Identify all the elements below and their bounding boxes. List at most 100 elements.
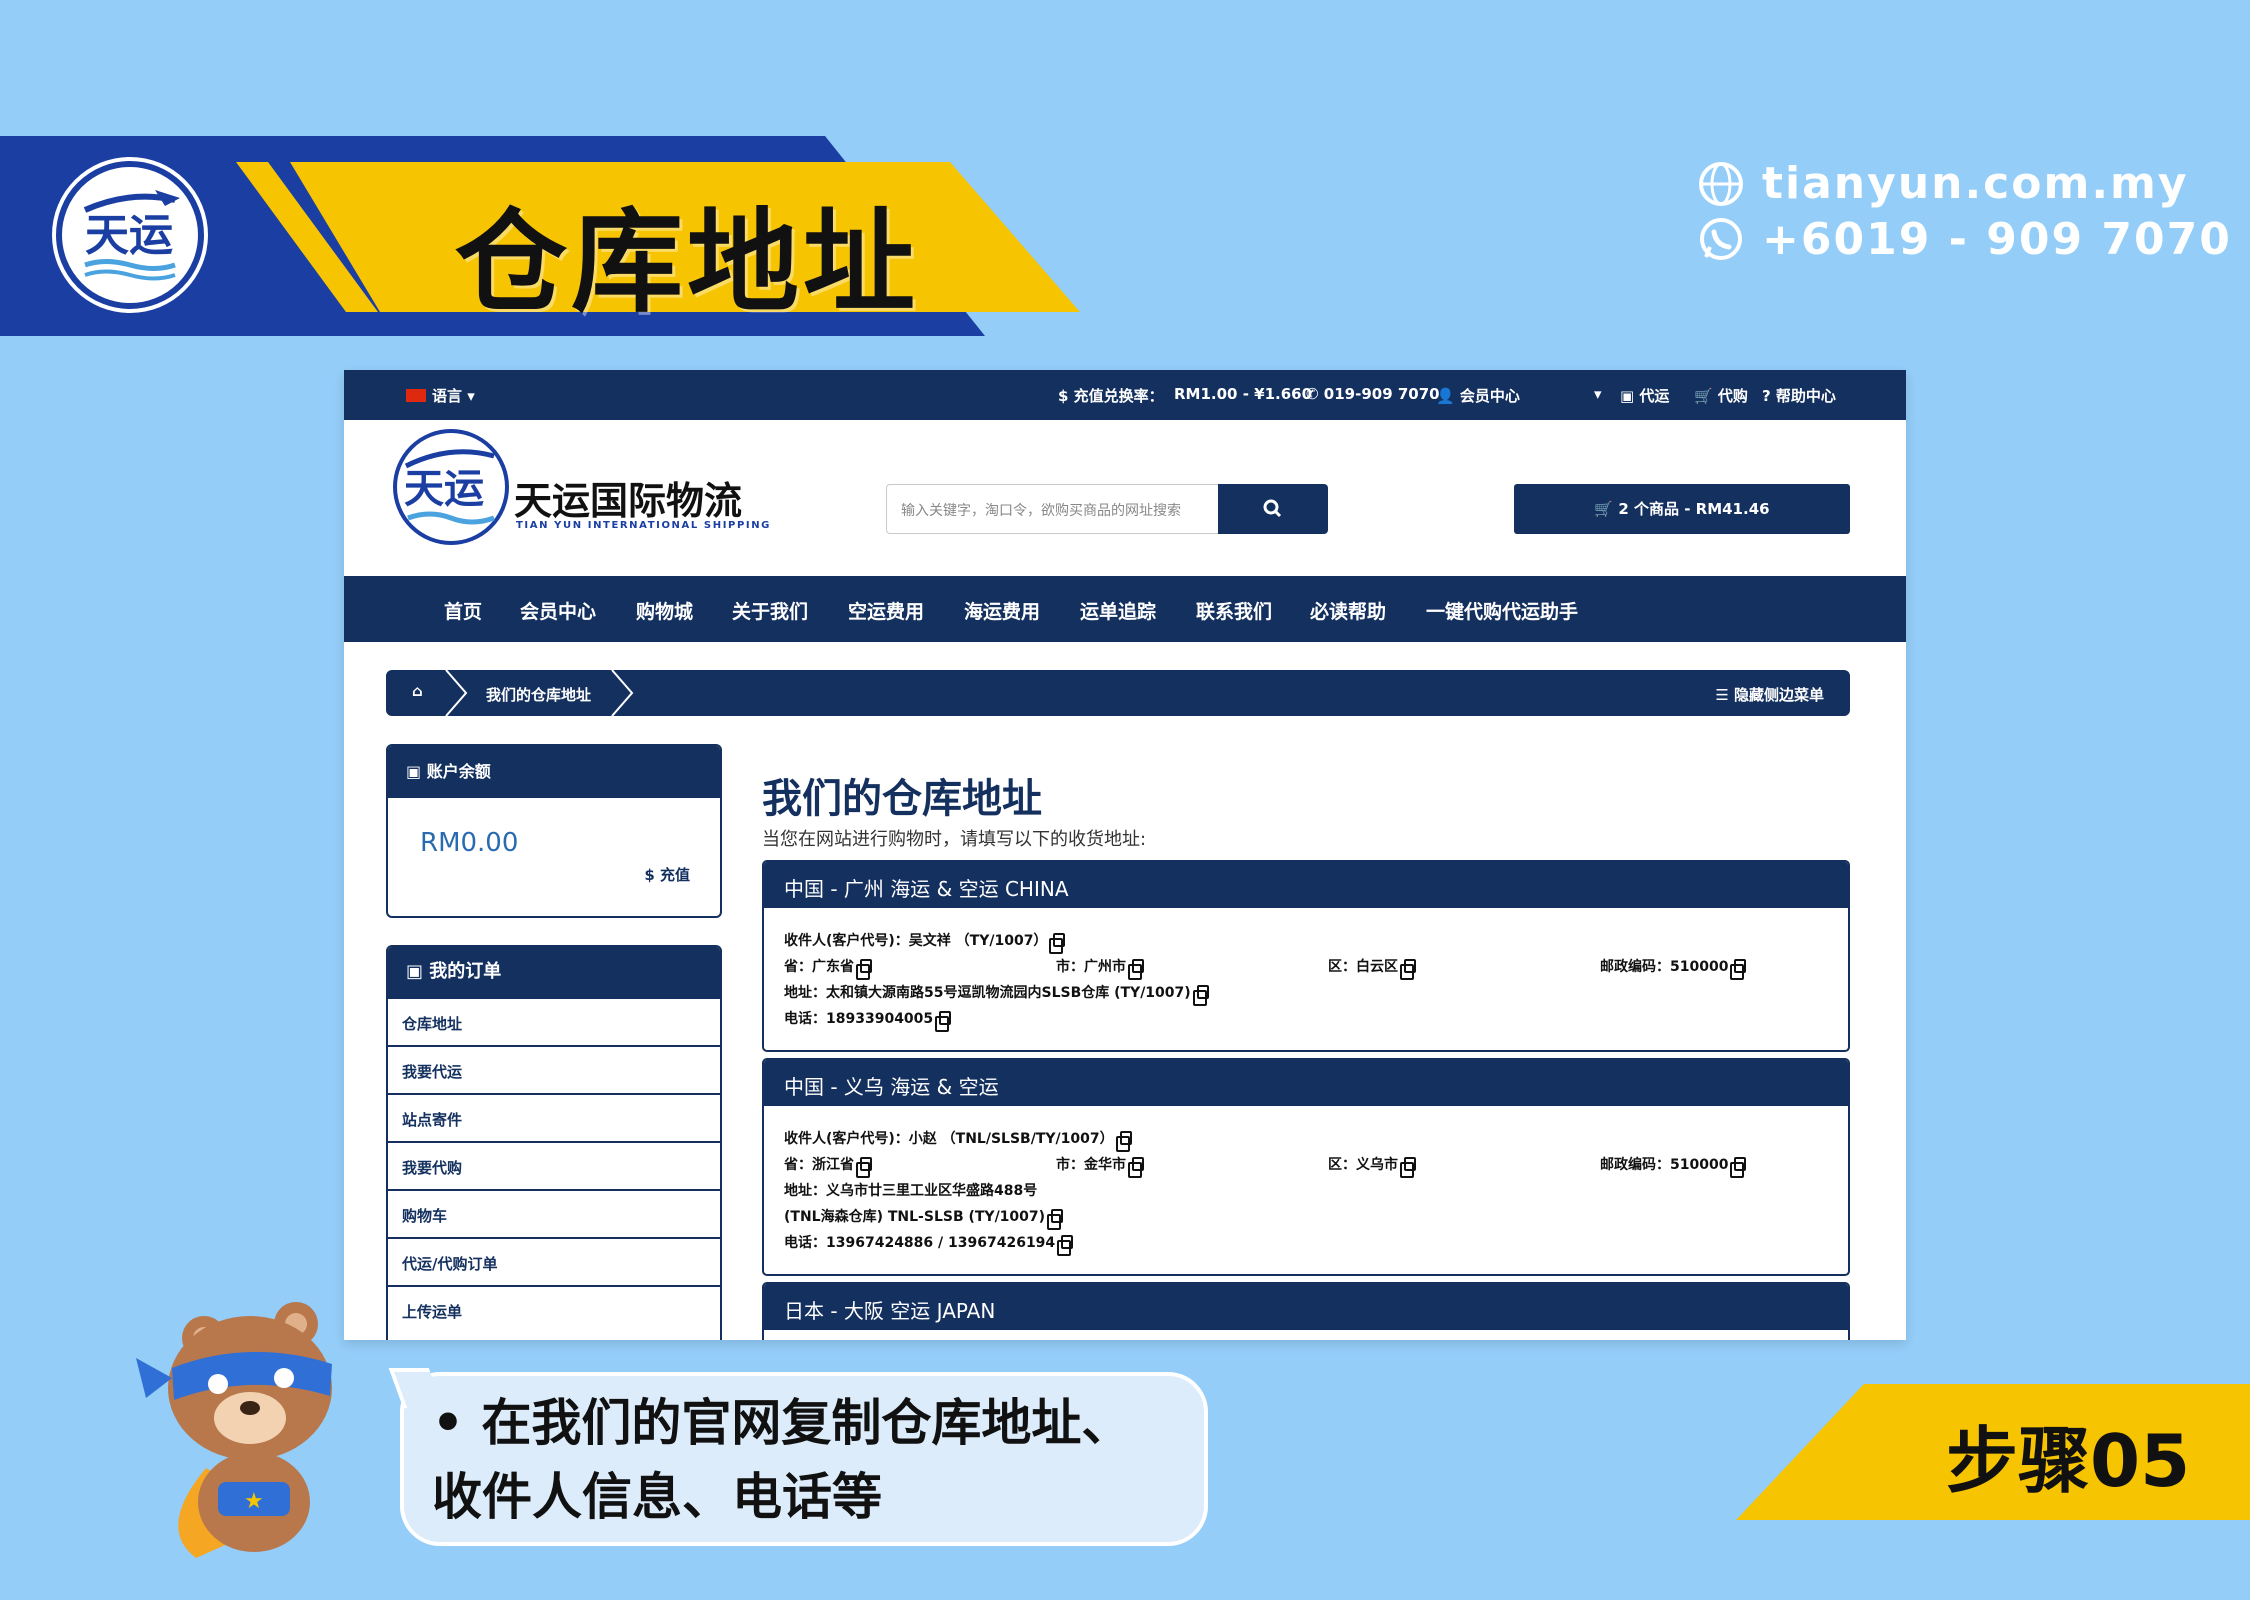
svg-text:天运: 天运: [404, 466, 484, 512]
nav-home[interactable]: 首页: [444, 597, 482, 624]
warehouse-card: 中国 - 广州 海运 & 空运 CHINA 收件人(客户代号)：吴文祥 （TY/…: [762, 860, 1850, 1052]
website-line: tianyun.com.my: [1698, 158, 2189, 209]
svg-text:天运: 天运: [85, 210, 173, 261]
phone-line: +6019 - 909 7070: [1698, 214, 2232, 265]
whatsapp-icon: [1700, 217, 1742, 260]
nav-sea-fees[interactable]: 海运费用: [964, 597, 1040, 624]
warehouse-title: 中国 - 广州 海运 & 空运 CHINA: [764, 862, 1848, 908]
page-title: 我们的仓库地址: [762, 776, 1042, 822]
postcode-field[interactable]: 邮政编码：510000: [1600, 956, 1747, 980]
copy-icon[interactable]: [1115, 1131, 1132, 1152]
sidebar-item-orders[interactable]: 代运/代购订单: [388, 1237, 720, 1285]
recipient-field[interactable]: 收件人(客户代号)：吴文祥 （TY/1007）: [784, 930, 1066, 954]
breadcrumb-separator: [445, 670, 468, 716]
breadcrumb: ⌂ 我们的仓库地址 ☰ 隐藏侧边菜单: [386, 670, 1850, 716]
nav-contact[interactable]: 联系我们: [1196, 597, 1272, 624]
step-label: 步骤05: [1946, 1419, 2191, 1503]
warehouse-card: 中国 - 义乌 海运 & 空运 收件人(客户代号)：小赵 （TNL/SLSB/T…: [762, 1058, 1850, 1276]
orders-header: ▣ 我的订单: [388, 947, 720, 997]
brand-subtitle: TIAN YUN INTERNATIONAL SHIPPING: [516, 520, 771, 531]
phone-text[interactable]: +6019 - 909 7070: [1762, 214, 2232, 265]
china-flag-icon: [406, 389, 426, 402]
sidebar-item-warehouse[interactable]: 仓库地址: [388, 997, 720, 1045]
balance-amount: RM0.00: [420, 828, 519, 858]
warehouse-title: 日本 - 大阪 空运 JAPAN: [764, 1284, 1848, 1330]
bear-mascot: ★: [136, 1268, 396, 1572]
address-field-line2[interactable]: (TNL海森仓库) TNL-SLSB (TY/1007): [784, 1206, 1064, 1230]
globe-icon: [1699, 161, 1743, 206]
copy-icon[interactable]: [1192, 985, 1209, 1006]
district-field[interactable]: 区：白云区: [1328, 956, 1416, 980]
sidebar-item-cart[interactable]: 购物车: [388, 1189, 720, 1237]
nav-assistant[interactable]: 一键代购代运助手: [1426, 597, 1578, 624]
sidebar-item-site-send[interactable]: 站点寄件: [388, 1093, 720, 1141]
phone-field[interactable]: 电话：18933904005: [784, 1008, 952, 1032]
nav-member-center[interactable]: 会员中心: [520, 597, 596, 624]
nav-help[interactable]: 必读帮助: [1310, 597, 1386, 624]
instruction-line2: 收件人信息、电话等: [432, 1468, 882, 1526]
dropdown-caret-icon[interactable]: ▾: [1594, 385, 1602, 403]
sidebar-item-upload[interactable]: 上传运单: [388, 1285, 720, 1333]
recipient-field[interactable]: 收件人(客户代号)：小赵 （TNL/SLSB/TY/1007）: [784, 1128, 1132, 1152]
balance-panel: ▣ 账户余额 RM0.00 $ 充值: [386, 744, 722, 918]
home-icon[interactable]: ⌂: [412, 682, 423, 700]
member-center-link[interactable]: 👤 会员中心: [1436, 385, 1520, 406]
copy-icon[interactable]: [1730, 959, 1747, 980]
sidebar-item-forward[interactable]: 我要代运: [388, 1045, 720, 1093]
language-selector[interactable]: 语言 ▾: [406, 385, 475, 406]
address-field[interactable]: 地址：太和镇大源南路55号逗凯物流园内SLSB仓库 (TY/1007): [784, 982, 1209, 1006]
copy-icon[interactable]: [856, 959, 872, 980]
help-center-link[interactable]: ? 帮助中心: [1762, 385, 1836, 406]
main-nav: 首页 会员中心 购物城 关于我们 空运费用 海运费用 运单追踪 联系我们 必读帮…: [344, 576, 1906, 642]
purchase-link[interactable]: 🛒 代购: [1694, 385, 1748, 406]
copy-icon[interactable]: [1128, 1157, 1144, 1178]
copy-icon[interactable]: [856, 1157, 872, 1178]
breadcrumb-current: 我们的仓库地址: [486, 686, 592, 704]
phone-link[interactable]: ✆ 019-909 7070: [1306, 385, 1440, 403]
province-field[interactable]: 省：广东省: [784, 956, 872, 980]
instruction-text: • 在我们的官网复制仓库地址、 收件人信息、电话等: [432, 1386, 1131, 1534]
cart-button[interactable]: 🛒 2 个商品 - RM41.46: [1514, 484, 1850, 534]
brand-name: 天运国际物流: [514, 479, 743, 523]
topup-link[interactable]: $ 充值: [644, 864, 690, 885]
nav-about[interactable]: 关于我们: [732, 597, 808, 624]
nav-tracking[interactable]: 运单追踪: [1080, 597, 1156, 624]
copy-icon[interactable]: [1049, 933, 1066, 954]
rate-label: $ 充值兑换率：: [1058, 387, 1164, 405]
copy-icon[interactable]: [1730, 1157, 1747, 1178]
phone-field[interactable]: 电话：13967424886 / 13967426194: [784, 1232, 1074, 1256]
postcode-field[interactable]: 邮政编码：510000: [1600, 1154, 1747, 1178]
site-logo[interactable]: 天运: [390, 426, 512, 552]
page-subtitle: 当您在网站进行购物时，请填写以下的收货地址:: [762, 829, 1147, 850]
copy-icon[interactable]: [1128, 959, 1144, 980]
search-icon: [1263, 499, 1282, 518]
copy-icon[interactable]: [1057, 1235, 1074, 1256]
sidebar-item-purchase[interactable]: 我要代购: [388, 1141, 720, 1189]
copy-icon[interactable]: [935, 1011, 952, 1032]
city-field[interactable]: 市：广州市: [1056, 956, 1144, 980]
website-text[interactable]: tianyun.com.my: [1762, 158, 2189, 209]
search-button[interactable]: [1218, 484, 1328, 534]
rate-value: RM1.00 - ¥1.660: [1174, 385, 1313, 403]
search-input[interactable]: 输入关键字，淘口令，欲购买商品的网址搜索: [886, 484, 1218, 534]
district-field[interactable]: 区：义乌市: [1328, 1154, 1416, 1178]
warehouse-card: 日本 - 大阪 空运 JAPAN: [762, 1282, 1850, 1340]
website-screenshot: 语言 ▾ $ 充值兑换率： RM1.00 - ¥1.660 ✆ 019-909 …: [344, 370, 1906, 1340]
forward-link[interactable]: ▣ 代运: [1620, 385, 1669, 406]
nav-air-fees[interactable]: 空运费用: [848, 597, 924, 624]
top-bar: 语言 ▾ $ 充值兑换率： RM1.00 - ¥1.660 ✆ 019-909 …: [344, 370, 1906, 420]
svg-text:★: ★: [244, 1489, 264, 1514]
copy-icon[interactable]: [1400, 1157, 1416, 1178]
address-field[interactable]: 地址：义乌市廿三里工业区华盛路488号: [784, 1180, 1037, 1200]
city-field[interactable]: 市：金华市: [1056, 1154, 1144, 1178]
warehouse-title: 中国 - 义乌 海运 & 空运: [764, 1060, 1848, 1106]
hide-sidebar-toggle[interactable]: ☰ 隐藏侧边菜单: [1715, 684, 1824, 705]
instruction-line1: • 在我们的官网复制仓库地址、: [432, 1394, 1132, 1452]
copy-icon[interactable]: [1047, 1209, 1064, 1230]
copy-icon[interactable]: [1400, 959, 1416, 980]
province-field[interactable]: 省：浙江省: [784, 1154, 872, 1178]
banner-title: 仓库地址: [455, 198, 919, 328]
nav-mall[interactable]: 购物城: [636, 597, 693, 624]
balance-header: ▣ 账户余额: [388, 746, 720, 798]
breadcrumb-separator: [611, 670, 634, 716]
